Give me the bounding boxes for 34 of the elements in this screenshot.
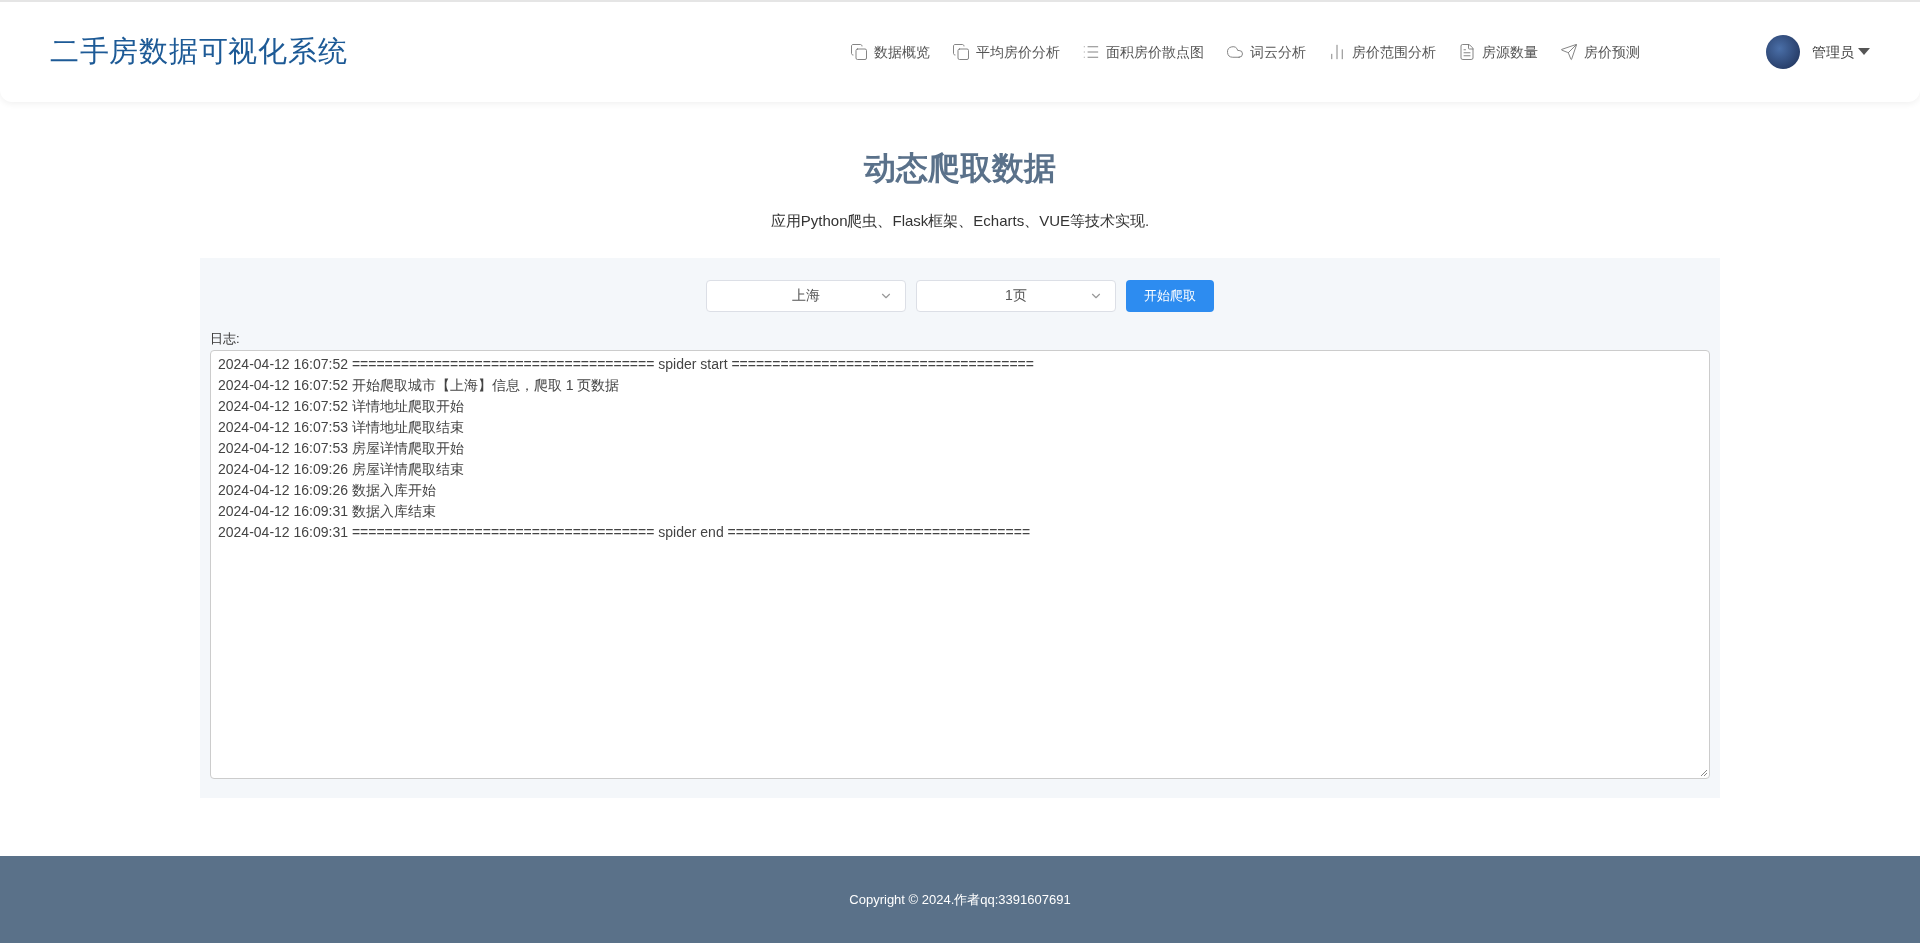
nav-link[interactable]: 数据概览 bbox=[850, 41, 930, 63]
list-icon bbox=[1082, 43, 1100, 61]
paper-plane-icon bbox=[1560, 43, 1578, 61]
bar-chart-icon bbox=[1328, 43, 1346, 61]
nav-link[interactable]: 词云分析 bbox=[1226, 41, 1306, 63]
nav-link[interactable]: 房价预测 bbox=[1560, 41, 1640, 63]
cloud-icon bbox=[1226, 43, 1244, 61]
log-line: 2024-04-12 16:07:52 详情地址爬取开始 bbox=[218, 397, 464, 416]
document-icon bbox=[1458, 43, 1476, 61]
nav-link[interactable]: 平均房价分析 bbox=[952, 41, 1060, 63]
log-line: 2024-04-12 16:09:26 数据入库开始 bbox=[218, 481, 436, 500]
user-menu[interactable]: 管理员 bbox=[1812, 41, 1870, 63]
nav-link[interactable]: 房价范围分析 bbox=[1328, 41, 1436, 63]
log-line: 2024-04-12 16:07:52 ===================================== spider start ===================================== bbox=[218, 355, 1034, 374]
app-title: 二手房数据可视化系统 bbox=[50, 34, 348, 70]
nav-link[interactable]: 面积房价散点图 bbox=[1082, 41, 1204, 63]
log-line: 2024-04-12 16:09:26 房屋详情爬取结束 bbox=[218, 460, 464, 479]
page-heading: 动态爬取数据 bbox=[864, 149, 1056, 188]
log-line: 2024-04-12 16:07:53 详情地址爬取结束 bbox=[218, 418, 464, 437]
nav-link[interactable]: 房源数量 bbox=[1458, 41, 1538, 63]
copy-icon bbox=[850, 43, 868, 61]
page-subtitle: 应用Python爬虫、Flask框架、Echarts、VUE等技术实现. bbox=[770, 211, 1150, 231]
caret-icon bbox=[1858, 48, 1870, 56]
log-line: 2024-04-12 16:07:52 开始爬取城市【上海】信息，爬取 1 页数据 bbox=[218, 376, 620, 395]
log-line: 2024-04-12 16:09:31 ===================================== spider end ===================================== bbox=[218, 523, 1031, 542]
copy-icon bbox=[952, 43, 970, 61]
log-label: 日志: bbox=[210, 329, 240, 348]
pages-select[interactable]: 1页 bbox=[916, 279, 1116, 312]
log-line: 2024-04-12 16:07:53 房屋详情爬取开始 bbox=[218, 439, 464, 458]
resize-handle-icon[interactable] bbox=[1700, 769, 1708, 777]
avatar[interactable] bbox=[1766, 35, 1800, 69]
log-line: 2024-04-12 16:09:31 数据入库结束 bbox=[218, 502, 436, 521]
copyright-text: Copyright © 2024.作者qq:3391607691 bbox=[849, 890, 1071, 909]
city-select[interactable]: 上海 bbox=[706, 279, 906, 312]
